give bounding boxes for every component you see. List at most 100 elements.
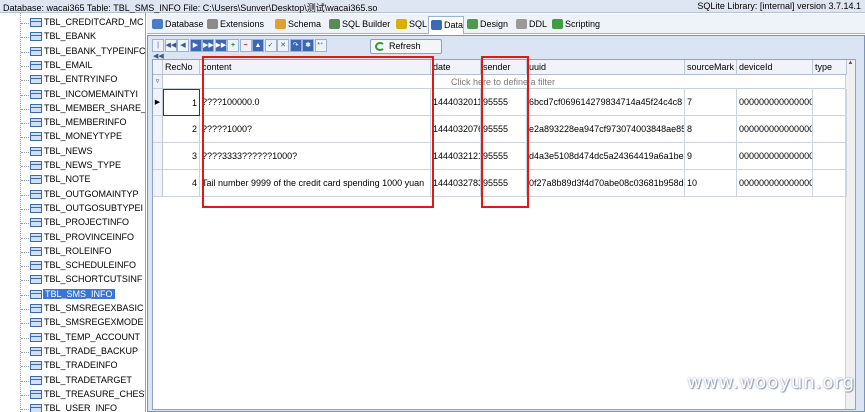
nav-cancel-button[interactable]: ✕ <box>277 39 289 52</box>
cell-uuid[interactable]: 0f27a8b89d3f4d70abe08c03681b958d <box>527 170 685 197</box>
cell-sender[interactable]: 95555 <box>481 116 527 143</box>
tree-item-table[interactable]: TBL_NEWS <box>17 145 145 159</box>
cell-recno[interactable]: 4 <box>163 170 200 197</box>
cell-sourceMark[interactable]: 8 <box>685 116 737 143</box>
column-header-content[interactable]: content <box>200 60 431 75</box>
row-indicator[interactable]: ▶ <box>153 89 163 116</box>
column-header-sourcemark[interactable]: sourceMark <box>685 60 737 75</box>
grid-corner <box>153 60 163 75</box>
nav-prior-page-button[interactable]: ◀◀ <box>164 39 177 52</box>
cell-sourceMark[interactable]: 10 <box>685 170 737 197</box>
cell-uuid[interactable]: e2a893228ea947cf973074003848ae85 <box>527 116 685 143</box>
cell-content[interactable]: ????100000.0 <box>200 89 431 116</box>
nav-goto-bookmark-button[interactable]: *⁺ <box>314 39 327 52</box>
tab-database[interactable]: Database <box>150 16 204 33</box>
cell-recno[interactable]: 1 <box>163 89 200 116</box>
tree-item-table[interactable]: TBL_EBANK <box>17 30 145 44</box>
tree-item-table[interactable]: TBL_ROLEINFO <box>17 245 145 259</box>
column-header-uuid[interactable]: uuid <box>527 60 685 75</box>
tree-item-table[interactable]: TBL_EBANK_TYPEINFC <box>17 45 145 59</box>
nav-post-button[interactable]: ✓ <box>264 39 277 52</box>
tab-scripting[interactable]: Scripting <box>550 16 600 33</box>
cell-deviceId[interactable]: 000000000000000 <box>737 116 813 143</box>
cell-sourceMark[interactable]: 7 <box>685 89 737 116</box>
tree-item-table[interactable]: TBL_SMS_INFO <box>17 288 145 302</box>
cell-date[interactable]: 1444032783 <box>431 170 481 197</box>
cell-recno[interactable]: 2 <box>163 116 200 143</box>
tab-sql-builder[interactable]: SQL Builder <box>327 16 390 33</box>
column-header-type[interactable]: type <box>813 60 847 75</box>
cell-content[interactable]: Tail number 9999 of the credit card spen… <box>200 170 431 197</box>
filter-row[interactable]: ▿ Click here to define a filter <box>153 75 855 89</box>
column-header-recno[interactable]: RecNo <box>163 60 200 75</box>
nav-next-page-button[interactable]: ▶▶ <box>202 39 214 52</box>
tree-item-table[interactable]: TBL_SCHEDULEINFO <box>17 259 145 273</box>
row-indicator[interactable] <box>153 116 163 143</box>
tab-data[interactable]: Data <box>428 16 465 34</box>
tab-sql[interactable]: SQL <box>394 16 427 33</box>
tree-item-table[interactable]: TBL_ENTRYINFO <box>17 73 145 87</box>
cell-deviceId[interactable]: 000000000000000 <box>737 89 813 116</box>
cell-deviceId[interactable]: 000000000000000 <box>737 143 813 170</box>
nav-refresh-data-button[interactable]: ↷ <box>289 39 302 52</box>
cell-recno[interactable]: 3 <box>163 143 200 170</box>
tree-item-table[interactable]: TBL_MEMBERINFO <box>17 116 145 130</box>
tree-item-table[interactable]: TBL_OUTGOSUBTYPEI <box>17 202 145 216</box>
nav-edit-button[interactable]: ▲ <box>252 39 264 52</box>
nav-first-button[interactable]: |◀◀ <box>152 39 164 60</box>
cell-date[interactable]: 1444032076 <box>431 116 481 143</box>
nav-prior-button[interactable]: ◀ <box>177 39 189 52</box>
tab-schema[interactable]: Schema <box>273 16 321 33</box>
nav-set-bookmark-button[interactable]: ✱ <box>302 39 314 52</box>
tree-item-table[interactable]: TBL_TEMP_ACCOUNT <box>17 331 145 345</box>
tree-item-table[interactable]: TBL_TRADEINFO <box>17 359 145 373</box>
cell-uuid[interactable]: d4a3e5108d474dc5a24364419a6a1be8 <box>527 143 685 170</box>
tree-item-table[interactable]: TBL_NOTE <box>17 173 145 187</box>
cell-sender[interactable]: 95555 <box>481 89 527 116</box>
cell-type[interactable] <box>813 116 847 143</box>
cell-sender[interactable]: 95555 <box>481 170 527 197</box>
scroll-up-arrow-icon[interactable]: ▲ <box>846 60 855 70</box>
tree-item-table[interactable]: TBL_TREASURE_CHEST <box>17 388 145 402</box>
tree-item-table[interactable]: TBL_PROJECTINFO <box>17 216 145 230</box>
cell-type[interactable] <box>813 170 847 197</box>
tab-extensions[interactable]: Extensions <box>205 16 264 33</box>
cell-sourceMark[interactable]: 9 <box>685 143 737 170</box>
tree-item-table[interactable]: TBL_CREDITCARD_MC <box>17 16 145 30</box>
tree-item-label: TBL_ENTRYINFO <box>44 74 118 85</box>
tree-item-table[interactable]: TBL_SCHORTCUTSINF <box>17 273 145 287</box>
nav-insert-button[interactable]: + <box>227 39 239 52</box>
tree-item-table[interactable]: TBL_PROVINCEINFO <box>17 231 145 245</box>
column-header-sender[interactable]: sender <box>481 60 527 75</box>
tree-item-table[interactable]: TBL_MONEYTYPE <box>17 130 145 144</box>
tree-item-table[interactable]: TBL_SMSREGEXMODE <box>17 316 145 330</box>
cell-sender[interactable]: 95555 <box>481 143 527 170</box>
cell-type[interactable] <box>813 143 847 170</box>
cell-content[interactable]: ?????1000? <box>200 116 431 143</box>
cell-content[interactable]: ????3333??????1000? <box>200 143 431 170</box>
tree-item-table[interactable]: TBL_USER_INFO <box>17 402 145 412</box>
cell-uuid[interactable]: 6bcd7cf069614279834714a45f24c4c8 <box>527 89 685 116</box>
tree-item-table[interactable]: TBL_NEWS_TYPE <box>17 159 145 173</box>
column-header-deviceid[interactable]: deviceId <box>737 60 813 75</box>
nav-last-button[interactable]: ▶▶| <box>214 39 228 52</box>
cell-date[interactable]: 1444032121 <box>431 143 481 170</box>
refresh-button[interactable]: Refresh <box>370 39 442 54</box>
row-indicator[interactable] <box>153 170 163 197</box>
tree-item-table[interactable]: TBL_TRADE_BACKUP <box>17 345 145 359</box>
column-header-date[interactable]: date <box>431 60 481 75</box>
cell-date[interactable]: 1444032011 <box>431 89 481 116</box>
tree-item-table[interactable]: TBL_EMAIL <box>17 59 145 73</box>
tree-item-table[interactable]: TBL_TRADETARGET <box>17 374 145 388</box>
tree-item-table[interactable]: TBL_OUTGOMAINTYP <box>17 188 145 202</box>
cell-type[interactable] <box>813 89 847 116</box>
cell-deviceId[interactable]: 000000000000000 <box>737 170 813 197</box>
row-indicator[interactable] <box>153 143 163 170</box>
tree-item-table[interactable]: TBL_SMSREGEXBASIC <box>17 302 145 316</box>
tree-item-table[interactable]: TBL_INCOMEMAINTYI <box>17 88 145 102</box>
tree-item-table[interactable]: TBL_MEMBER_SHARE_ <box>17 102 145 116</box>
tab-design[interactable]: Design <box>465 16 508 33</box>
nav-next-button[interactable]: ▶ <box>189 39 202 52</box>
tab-ddl[interactable]: DDL <box>514 16 547 33</box>
nav-delete-button[interactable]: − <box>239 39 252 52</box>
